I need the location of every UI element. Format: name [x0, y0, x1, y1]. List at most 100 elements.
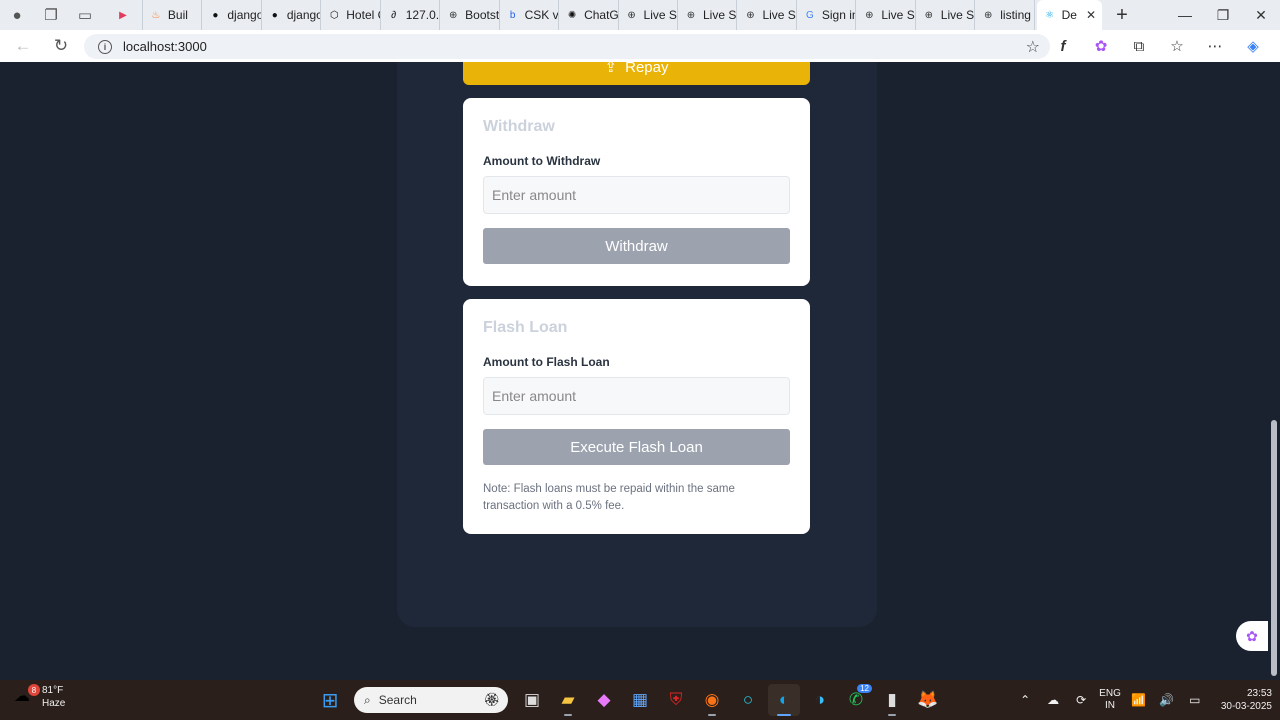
sync-icon[interactable]: ⟳: [1071, 693, 1091, 707]
tab-6[interactable]: ⊕ Bootstr: [440, 0, 500, 30]
withdraw-button[interactable]: Withdraw: [483, 228, 790, 264]
file-explorer-icon[interactable]: ▰: [552, 684, 584, 716]
reload-icon[interactable]: ↻: [42, 30, 80, 62]
onedrive-icon[interactable]: ☁: [1043, 693, 1063, 707]
flash-loan-amount-placeholder: Enter amount: [492, 388, 577, 404]
scrollbar-thumb[interactable]: [1271, 420, 1277, 676]
tab-2[interactable]: ● django: [202, 0, 262, 30]
weather-widget[interactable]: ☁ 8 81°F Haze: [14, 684, 65, 710]
ai-brain-icon[interactable]: ✿: [1082, 37, 1120, 55]
search-highlight-icon: 🏵: [483, 692, 500, 707]
whatsapp-icon[interactable]: ✆ 12: [840, 684, 872, 716]
tab-12[interactable]: G Sign in: [797, 0, 857, 30]
battery-icon[interactable]: ▭: [1185, 693, 1205, 707]
windows-start-icon[interactable]: ⊞: [314, 684, 346, 716]
tab-active[interactable]: ⚛ De ✕: [1036, 0, 1102, 30]
tab-10[interactable]: ⊕ Live Str: [678, 0, 738, 30]
tab-0[interactable]: ▶: [110, 0, 143, 30]
terminal-icon[interactable]: ▮: [876, 684, 908, 716]
tab-9[interactable]: ⊕ Live Str: [619, 0, 678, 30]
tab-list: ▶ ♨ Buil ● django ● django ⬡ Hotel C ∂ 127.0.0 ⊕ Boo…: [110, 0, 1035, 30]
task-view-icon[interactable]: ▣: [516, 684, 548, 716]
tab-label: Live Str: [940, 8, 975, 22]
new-tab-button[interactable]: +: [1102, 4, 1142, 27]
microsoft-store-icon[interactable]: ▦: [624, 684, 656, 716]
youtube-icon: ▶: [119, 9, 127, 21]
back-arrow-icon[interactable]: ←: [4, 30, 42, 62]
taskbar-clock[interactable]: 23:53 30-03-2025: [1221, 687, 1272, 713]
tab-label: Live Str: [702, 8, 737, 22]
weather-text: 81°F Haze: [42, 684, 65, 710]
upload-icon: ⇪: [604, 62, 618, 76]
tab-15[interactable]: ⊕ listing c: [975, 0, 1035, 30]
edge-icon[interactable]: ◐: [768, 684, 800, 716]
tab-14[interactable]: ⊕ Live Str: [916, 0, 976, 30]
profile-icon[interactable]: ●: [0, 0, 34, 30]
github-icon: ●: [271, 9, 278, 21]
copilot-icon[interactable]: ◈: [1234, 37, 1272, 55]
withdraw-card: Withdraw Amount to Withdraw Enter amount…: [463, 98, 810, 286]
bing-icon: b: [509, 9, 516, 21]
mcafee-icon[interactable]: ⛨: [660, 684, 692, 716]
favorites-icon[interactable]: ☆: [1158, 37, 1196, 55]
withdraw-amount-placeholder: Enter amount: [492, 187, 577, 203]
clock-date: 30-03-2025: [1220, 701, 1272, 712]
volume-icon[interactable]: 🔊: [1157, 693, 1177, 707]
browser-tab-strip: ● ❐ ▭ ▶ ♨ Buil ● django ● django ⬡ Hotel C ∂ 127.0…: [0, 0, 1280, 30]
minimize-icon[interactable]: —: [1166, 0, 1204, 30]
tab-actions-icon[interactable]: ▭: [68, 0, 102, 30]
wifi-icon[interactable]: 📶: [1129, 693, 1149, 707]
taskbar-search[interactable]: ⌕ Search 🏵: [354, 687, 508, 713]
tab-3[interactable]: ● django: [262, 0, 322, 30]
system-tray: ⌃ ☁ ⟳ ENG IN 📶 🔊 ▭ 23:53 30-03-2025: [1015, 684, 1272, 716]
workspaces-icon[interactable]: ❐: [34, 0, 68, 30]
language-indicator[interactable]: ENG IN: [1099, 688, 1121, 712]
close-window-icon[interactable]: ✕: [1242, 0, 1280, 30]
star-icon[interactable]: ☆: [1026, 37, 1040, 57]
withdraw-amount-input[interactable]: Enter amount: [483, 176, 790, 214]
flash-loan-note: Note: Flash loans must be repaid within …: [483, 483, 735, 512]
tab-label: Sign in: [821, 8, 857, 22]
close-tab-icon[interactable]: ✕: [1086, 8, 1096, 22]
cortana-icon[interactable]: ○: [732, 684, 764, 716]
page-scrollbar[interactable]: [1268, 62, 1280, 678]
metamask-icon[interactable]: 🦊: [912, 684, 944, 716]
maximize-icon[interactable]: ❐: [1204, 0, 1242, 30]
tab-label: Live Str: [762, 8, 796, 22]
orange-fire-icon: ♨: [151, 9, 161, 21]
tab-7[interactable]: b CSK vs: [500, 0, 560, 30]
tab-8[interactable]: ✺ ChatGP: [559, 0, 619, 30]
edge-beta-icon[interactable]: ◑: [804, 684, 836, 716]
search-icon: ⌕: [364, 692, 371, 707]
tab-1[interactable]: ♨ Buil: [143, 0, 203, 30]
weather-icon: ☁ 8: [14, 684, 40, 708]
address-bar[interactable]: i localhost:3000 ☆: [84, 34, 1050, 59]
tab-label: Hotel C: [346, 8, 379, 22]
withdraw-amount-label: Amount to Withdraw: [483, 154, 601, 168]
weather-condition: Haze: [42, 698, 66, 709]
tab-strip-leading-controls: ● ❐ ▭: [0, 0, 110, 30]
firefox-icon[interactable]: ◉: [696, 684, 728, 716]
repay-button[interactable]: ⇪ Repay: [463, 62, 810, 85]
chevron-up-icon[interactable]: ⌃: [1015, 693, 1035, 707]
weather-badge: 8: [28, 684, 40, 696]
copilot-app-icon[interactable]: ◆: [588, 684, 620, 716]
site-info-icon[interactable]: i: [98, 39, 112, 54]
copilot-floating-icon[interactable]: ✿: [1236, 621, 1268, 651]
tab-11[interactable]: ⊕ Live Str: [737, 0, 797, 30]
font-extension-icon[interactable]: f: [1044, 38, 1082, 55]
tab-label: 127.0.0: [405, 8, 440, 22]
flash-loan-amount-input[interactable]: Enter amount: [483, 377, 790, 415]
codepen-icon: ⬡: [329, 9, 339, 21]
window-controls: — ❐ ✕: [1166, 0, 1280, 30]
windows-taskbar: ☁ 8 81°F Haze ⊞ ⌕ Search 🏵 ▣ ▰ ◆ ▦ ⛨ ◉ ○ …: [0, 680, 1280, 720]
chatgpt-icon: ✺: [567, 9, 577, 21]
more-menu-icon[interactable]: ⋯: [1196, 37, 1234, 55]
execute-flash-loan-button[interactable]: Execute Flash Loan: [483, 429, 790, 465]
tab-13[interactable]: ⊕ Live Str: [856, 0, 916, 30]
repay-label: Repay: [625, 62, 669, 76]
tab-4[interactable]: ⬡ Hotel C: [321, 0, 381, 30]
globe-icon: ⊕: [746, 9, 755, 21]
extensions-icon[interactable]: ⧉: [1120, 38, 1158, 55]
tab-5[interactable]: ∂ 127.0.0: [381, 0, 441, 30]
